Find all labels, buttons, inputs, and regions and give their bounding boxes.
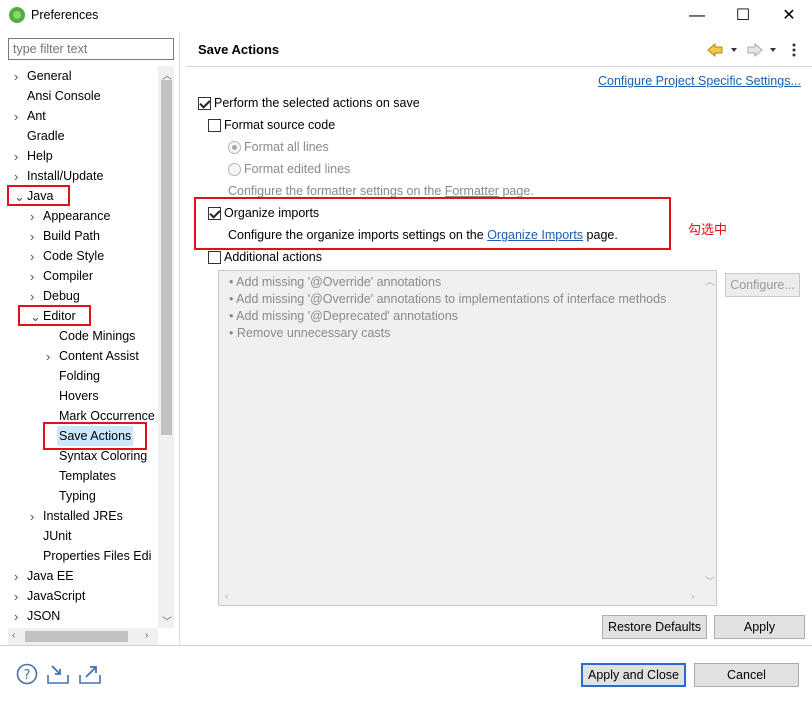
organize-imports-note: Configure the organize imports settings … — [228, 228, 618, 242]
organize-imports-link[interactable]: Organize Imports — [487, 228, 583, 242]
restore-defaults-button[interactable]: Restore Defaults — [602, 615, 707, 639]
highlight-java — [7, 185, 70, 206]
filter-input[interactable] — [8, 38, 174, 60]
list-scroll-left-icon[interactable]: ‹ — [225, 591, 228, 602]
tree-item-build-path[interactable]: Build Path — [43, 226, 100, 246]
window-title: Preferences — [31, 8, 99, 22]
highlight-editor — [18, 305, 91, 326]
scroll-right-icon[interactable]: › — [145, 630, 148, 641]
formatter-link: Formatter — [444, 184, 499, 198]
list-item: • Remove unnecessary casts — [229, 326, 391, 340]
tree-item-installed-jres[interactable]: Installed JREs — [43, 506, 123, 526]
list-item: • Add missing '@Deprecated' annotations — [229, 309, 458, 323]
expand-chevron-icon[interactable]: › — [30, 229, 34, 244]
pane-divider[interactable] — [179, 33, 180, 645]
tree-item-java-ee[interactable]: Java EE — [27, 566, 74, 586]
tree-item-folding[interactable]: Folding — [59, 366, 100, 386]
tree-item-compiler[interactable]: Compiler — [43, 266, 93, 286]
tree-item-help[interactable]: Help — [27, 146, 53, 166]
tree-item-appearance[interactable]: Appearance — [43, 206, 110, 226]
tree-item-json[interactable]: JSON — [27, 606, 60, 626]
list-item: • Add missing '@Override' annotations to… — [229, 292, 667, 306]
import-icon[interactable] — [46, 663, 70, 685]
header-separator — [186, 66, 812, 67]
expand-chevron-icon[interactable]: › — [14, 149, 18, 164]
view-menu-icon — [792, 43, 796, 57]
expand-chevron-icon[interactable]: › — [14, 169, 18, 184]
expand-chevron-icon[interactable]: › — [30, 509, 34, 524]
additional-actions-label: Additional actions — [224, 250, 322, 264]
expand-chevron-icon[interactable]: › — [14, 69, 18, 84]
tree-item-junit[interactable]: JUnit — [43, 526, 71, 546]
project-settings-link[interactable]: Configure Project Specific Settings... — [598, 74, 801, 88]
list-scroll-up-icon[interactable]: ︿ — [705, 273, 715, 288]
configure-button[interactable]: Configure... — [725, 273, 800, 297]
highlight-save-actions — [43, 422, 147, 450]
tree-item-install-update[interactable]: Install/Update — [27, 166, 103, 186]
back-dropdown-icon — [731, 48, 737, 52]
organize-imports-checkbox[interactable] — [208, 207, 221, 220]
perform-actions-label: Perform the selected actions on save — [214, 96, 420, 110]
export-icon[interactable] — [78, 663, 102, 685]
apply-and-close-button[interactable]: Apply and Close — [581, 663, 686, 687]
cancel-button[interactable]: Cancel — [694, 663, 799, 687]
expand-chevron-icon[interactable]: › — [46, 349, 50, 364]
svg-text:?: ? — [24, 668, 31, 683]
preference-tree: › General Ansi Console › Ant Gradle › Help › Inst… — [0, 66, 158, 628]
scroll-left-icon[interactable]: ‹ — [12, 630, 15, 641]
forward-arrow-icon — [747, 42, 763, 58]
organize-imports-label: Organize imports — [224, 206, 320, 220]
tree-hscroll-thumb[interactable] — [25, 631, 128, 642]
expand-chevron-icon[interactable]: › — [30, 269, 34, 284]
close-button[interactable]: ✕ — [766, 0, 812, 31]
additional-actions-checkbox[interactable] — [208, 251, 221, 264]
format-edited-radio[interactable] — [228, 163, 241, 176]
expand-chevron-icon[interactable]: › — [30, 209, 34, 224]
tree-item-debug[interactable]: Debug — [43, 286, 80, 306]
tree-item-ant[interactable]: Ant — [27, 106, 46, 126]
tree-item-templates[interactable]: Templates — [59, 466, 116, 486]
apply-button[interactable]: Apply — [714, 615, 805, 639]
expand-chevron-icon[interactable]: › — [14, 569, 18, 584]
app-icon — [9, 7, 25, 23]
format-all-label: Format all lines — [244, 140, 329, 154]
tree-item-code-minings[interactable]: Code Minings — [59, 326, 135, 346]
expand-chevron-icon[interactable]: › — [14, 109, 18, 124]
tree-item-code-style[interactable]: Code Style — [43, 246, 104, 266]
forward-dropdown-icon — [770, 48, 776, 52]
footer-separator — [0, 645, 812, 646]
page-title: Save Actions — [198, 42, 280, 57]
expand-chevron-icon[interactable]: › — [14, 589, 18, 604]
perform-actions-checkbox[interactable] — [198, 97, 211, 110]
tree-item-content-assist[interactable]: Content Assist — [59, 346, 139, 366]
tree-item-general[interactable]: General — [27, 66, 71, 86]
expand-chevron-icon[interactable]: › — [14, 609, 18, 624]
history-nav — [707, 42, 796, 58]
format-source-label: Format source code — [224, 118, 336, 132]
format-edited-label: Format edited lines — [244, 162, 351, 176]
tree-item-typing[interactable]: Typing — [59, 486, 96, 506]
list-scroll-down-icon[interactable]: ﹀ — [705, 573, 715, 588]
back-arrow-icon — [707, 42, 723, 58]
minimize-button[interactable]: — — [674, 0, 720, 31]
formatter-note: Configure the formatter settings on the … — [228, 184, 534, 198]
list-scroll-right-icon[interactable]: › — [691, 591, 694, 602]
tree-item-javascript[interactable]: JavaScript — [27, 586, 85, 606]
format-source-checkbox[interactable] — [208, 119, 221, 132]
tree-item-ansi-console[interactable]: Ansi Console — [27, 86, 101, 106]
tree-item-properties-files-edi[interactable]: Properties Files Edi — [43, 546, 151, 566]
highlight-organize-imports — [194, 197, 671, 250]
maximize-button[interactable]: ☐ — [720, 0, 766, 31]
tree-item-gradle[interactable]: Gradle — [27, 126, 65, 146]
expand-chevron-icon[interactable]: › — [30, 249, 34, 264]
tree-item-hovers[interactable]: Hovers — [59, 386, 99, 406]
format-all-radio[interactable] — [228, 141, 241, 154]
help-icon[interactable]: ? — [16, 663, 38, 685]
expand-chevron-icon[interactable]: › — [30, 289, 34, 304]
annotation-text: 勾选中 — [688, 223, 728, 238]
tree-scroll-thumb[interactable] — [161, 80, 172, 435]
scroll-down-icon[interactable]: ﹀ — [162, 613, 172, 628]
list-item: • Add missing '@Override' annotations — [229, 275, 442, 289]
additional-actions-list: • Add missing '@Override' annotations • … — [218, 270, 717, 606]
